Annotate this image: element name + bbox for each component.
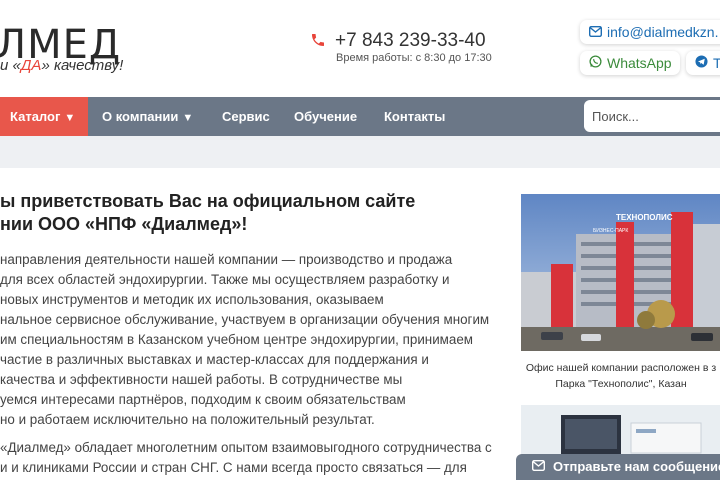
nav-catalog[interactable]: Каталог ▼ bbox=[0, 97, 88, 136]
whatsapp-button[interactable]: WhatsApp bbox=[580, 51, 680, 75]
chevron-down-icon: ▼ bbox=[182, 112, 194, 124]
nav-about[interactable]: О компании ▼ bbox=[102, 97, 193, 136]
breadcrumb-strip bbox=[0, 136, 720, 168]
whatsapp-icon bbox=[588, 51, 602, 75]
office-building-photo[interactable]: БИЗНЕС-ПАРК ТЕХНОПОЛИС bbox=[521, 194, 720, 351]
logo-tagline: и «ДА» качеству! bbox=[0, 57, 124, 74]
second-paragraph: «Диалмед» обладает многолетним опытом вз… bbox=[0, 440, 492, 475]
telegram-button[interactable]: Т bbox=[686, 51, 720, 75]
envelope-icon bbox=[588, 20, 602, 44]
envelope-icon bbox=[531, 454, 546, 480]
telegram-icon bbox=[694, 51, 708, 75]
send-message-button[interactable]: Отправьте нам сообщение bbox=[516, 454, 720, 480]
nav-contacts[interactable]: Контакты bbox=[384, 97, 445, 136]
photo-caption: Офис нашей компании расположен в з Парка… bbox=[525, 362, 717, 390]
nav-training[interactable]: Обучение bbox=[294, 97, 357, 136]
photo-sign-small: БИЗНЕС-ПАРК bbox=[593, 228, 628, 234]
email-link[interactable]: info@dialmedkzn. bbox=[580, 20, 720, 44]
search-input[interactable] bbox=[584, 100, 720, 132]
phone-number[interactable]: +7 843 239-33-40 bbox=[335, 30, 486, 52]
chevron-down-icon: ▼ bbox=[64, 112, 76, 124]
site-header: ЛМЕД и «ДА» качеству! +7 843 239-33-40 В… bbox=[0, 0, 720, 97]
intro-paragraph: направления деятельности нашей компании … bbox=[0, 252, 490, 427]
phone-icon bbox=[310, 32, 328, 50]
nav-service[interactable]: Сервис bbox=[222, 97, 270, 136]
photo-sign-main: ТЕХНОПОЛИС bbox=[616, 213, 673, 222]
work-hours: Время работы: с 8:30 до 17:30 bbox=[336, 52, 492, 64]
page-title: ы приветствовать Вас на официальном сайт… bbox=[0, 191, 416, 234]
